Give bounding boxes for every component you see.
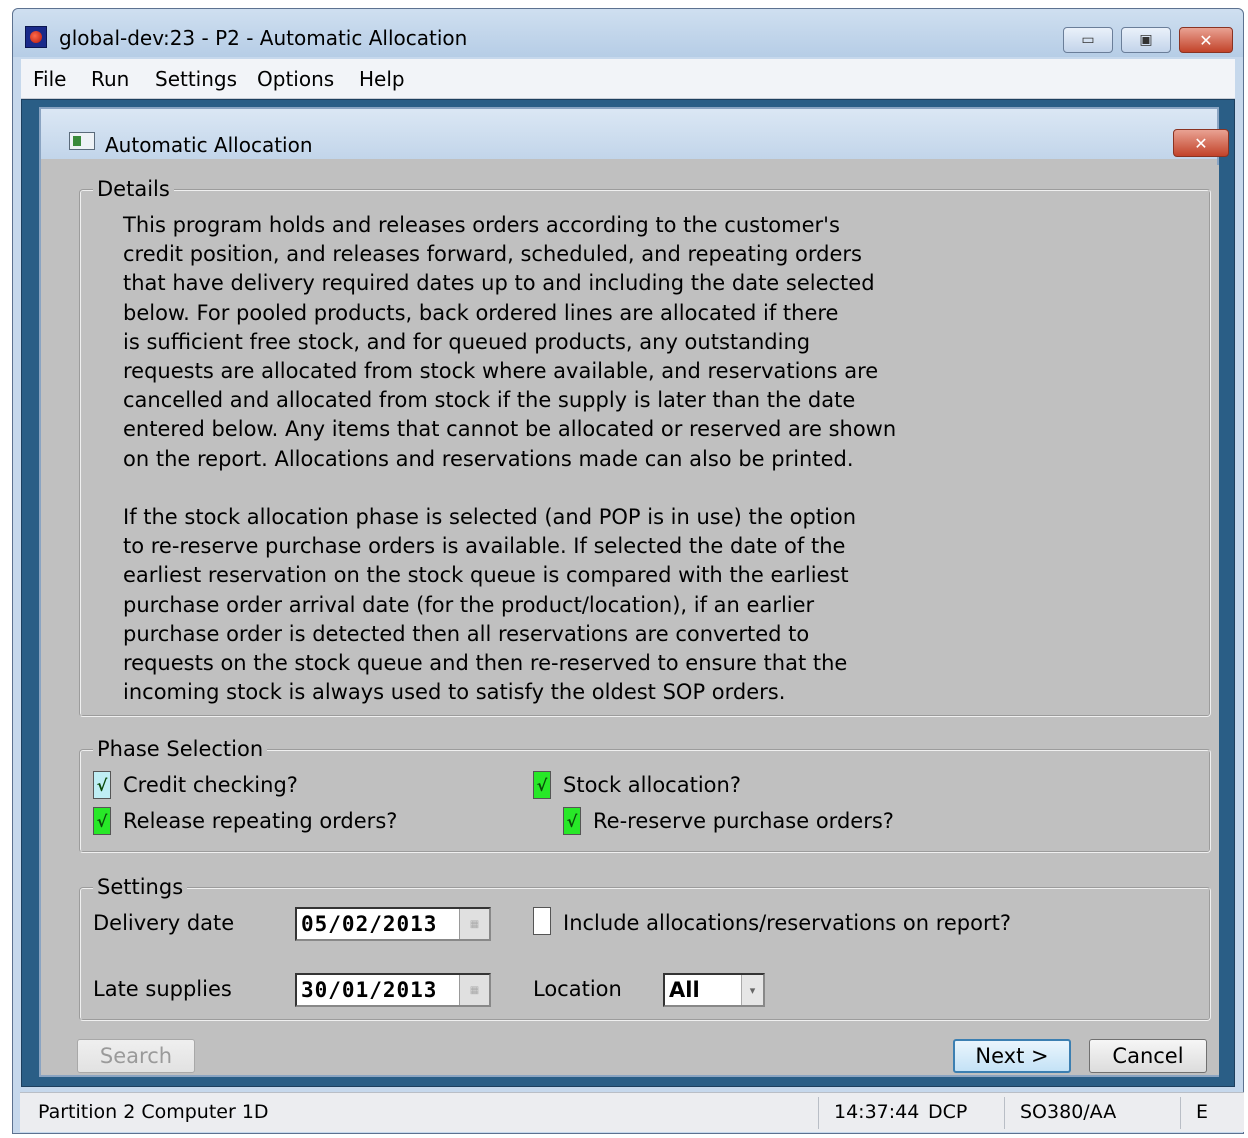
calendar-icon[interactable]: ▦ (459, 975, 489, 1005)
late-supplies-field[interactable]: 30/01/2013 ▦ (295, 973, 491, 1007)
maximize-button[interactable]: ▣ (1121, 27, 1171, 53)
chevron-down-icon[interactable]: ▾ (741, 975, 763, 1005)
dialog-titlebar[interactable]: Automatic Allocation ✕ (41, 109, 1229, 159)
close-button[interactable]: ✕ (1179, 27, 1233, 53)
status-program: SO380/AA (1020, 1101, 1117, 1123)
release-repeating-checkbox[interactable]: √ (93, 807, 111, 835)
automatic-allocation-dialog: Automatic Allocation ✕ Details This prog… (39, 107, 1229, 1077)
status-time: 14:37:44 (834, 1101, 920, 1123)
menu-settings[interactable]: Settings (155, 67, 237, 91)
next-button[interactable]: Next > (953, 1039, 1071, 1073)
location-select[interactable]: All ▾ (663, 973, 765, 1007)
checkmark-icon: √ (566, 812, 578, 831)
delivery-date-label: Delivery date (93, 911, 235, 935)
app-icon[interactable] (25, 26, 47, 48)
menu-file[interactable]: File (33, 67, 66, 91)
status-divider (818, 1097, 819, 1129)
credit-checking-label: Credit checking? (123, 773, 298, 797)
settings-group: Settings Delivery date 05/02/2013 ▦ Incl… (79, 875, 1211, 1021)
location-label: Location (533, 977, 622, 1001)
settings-legend: Settings (93, 875, 188, 899)
window-title: global-dev:23 - P2 - Automatic Allocatio… (59, 26, 468, 50)
checkmark-icon: √ (536, 776, 548, 795)
search-button[interactable]: Search (77, 1039, 195, 1073)
status-partition: Partition 2 Computer 1D (38, 1101, 269, 1123)
calendar-icon[interactable]: ▦ (459, 909, 489, 939)
re-reserve-checkbox[interactable]: √ (563, 807, 581, 835)
status-divider (1004, 1097, 1005, 1129)
re-reserve-label: Re-reserve purchase orders? (593, 809, 894, 833)
status-user: DCP (928, 1101, 968, 1123)
checkmark-icon: √ (96, 812, 108, 831)
menu-help[interactable]: Help (359, 67, 405, 91)
close-icon: ✕ (1199, 30, 1213, 50)
status-mode: E (1196, 1101, 1209, 1123)
status-bar: Partition 2 Computer 1D 14:37:44 DCP SO3… (20, 1092, 1244, 1132)
include-allocations-label: Include allocations/reservations on repo… (563, 911, 1012, 935)
phase-selection-group: Phase Selection √ Credit checking? √ Rel… (79, 737, 1211, 853)
details-legend: Details (93, 177, 174, 201)
minimize-icon: ▭ (1081, 32, 1095, 48)
dialog-title: Automatic Allocation (105, 133, 313, 157)
menu-run[interactable]: Run (91, 67, 129, 91)
dialog-body: Details This program holds and releases … (69, 165, 1219, 1075)
cancel-button[interactable]: Cancel (1089, 1039, 1207, 1073)
checkmark-icon: √ (96, 776, 108, 795)
maximize-icon: ▣ (1139, 32, 1153, 48)
dialog-close-button[interactable]: ✕ (1173, 129, 1229, 157)
close-icon: ✕ (1194, 133, 1208, 153)
details-group: Details This program holds and releases … (79, 177, 1211, 717)
release-repeating-label: Release repeating orders? (123, 809, 398, 833)
include-allocations-checkbox[interactable] (533, 907, 551, 935)
delivery-date-field[interactable]: 05/02/2013 ▦ (295, 907, 491, 941)
menu-options[interactable]: Options (257, 67, 334, 91)
late-supplies-value: 30/01/2013 (301, 978, 438, 1002)
phase-selection-legend: Phase Selection (93, 737, 268, 761)
status-divider (1180, 1097, 1181, 1129)
late-supplies-label: Late supplies (93, 977, 232, 1001)
details-description: This program holds and releases orders a… (123, 213, 897, 705)
menu-bar: File Run Settings Options Help (21, 59, 1235, 99)
window-titlebar[interactable]: global-dev:23 - P2 - Automatic Allocatio… (13, 9, 1243, 57)
minimize-button[interactable]: ▭ (1063, 27, 1113, 53)
stock-allocation-checkbox[interactable]: √ (533, 771, 551, 799)
stock-allocation-label: Stock allocation? (563, 773, 741, 797)
application-window: global-dev:23 - P2 - Automatic Allocatio… (12, 8, 1244, 1134)
credit-checking-checkbox[interactable]: √ (93, 771, 111, 799)
delivery-date-value: 05/02/2013 (301, 912, 438, 936)
location-value: All (669, 978, 700, 1002)
dialog-icon (69, 132, 95, 150)
